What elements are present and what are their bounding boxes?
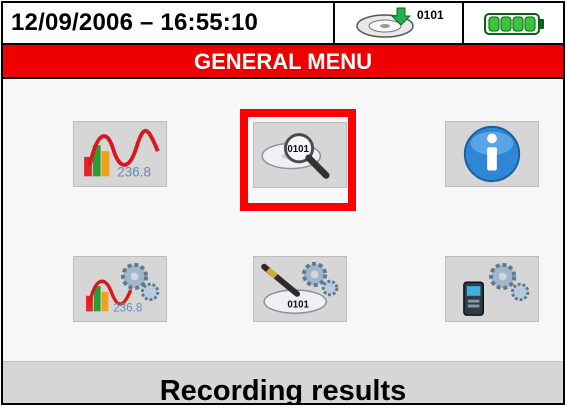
info-icon <box>463 125 521 183</box>
memory-label: 0101 <box>417 8 444 22</box>
tile-number: 236.8 <box>113 301 142 314</box>
title-bar: GENERAL MENU <box>3 45 563 79</box>
selected-item-label: Recording results <box>159 375 407 405</box>
menu-item-recording-settings[interactable]: 0101 <box>253 256 347 322</box>
battery-full-icon <box>484 13 544 35</box>
menu-item-analyzer-settings[interactable]: 236.8 <box>73 256 167 322</box>
menu-title: GENERAL MENU <box>193 49 373 74</box>
instrument-screen: 12/09/2006 – 16:55:10 0101 GENERAL MENU <box>1 1 565 405</box>
chart-gears-icon: 236.8 <box>86 262 160 314</box>
device-gears-icon <box>463 262 530 316</box>
chart-waveform-icon: 236.8 <box>84 129 160 179</box>
status-divider <box>333 3 335 43</box>
selection-frame <box>240 109 356 211</box>
status-text-bar: Recording results <box>3 361 563 405</box>
menu-item-information[interactable] <box>445 121 539 187</box>
menu-item-general-settings[interactable] <box>445 256 539 322</box>
pen-disk-gears-icon: 0101 <box>261 261 339 314</box>
memory-indicator: 0101 <box>353 6 453 40</box>
date-time: 12/09/2006 – 16:55:10 <box>11 9 259 36</box>
status-divider <box>462 3 464 43</box>
menu-item-real-time-values[interactable]: 236.8 <box>73 121 167 187</box>
status-bar: 12/09/2006 – 16:55:10 0101 <box>3 3 563 45</box>
tile-number: 236.8 <box>117 164 151 179</box>
tile-number: 0101 <box>287 299 309 310</box>
